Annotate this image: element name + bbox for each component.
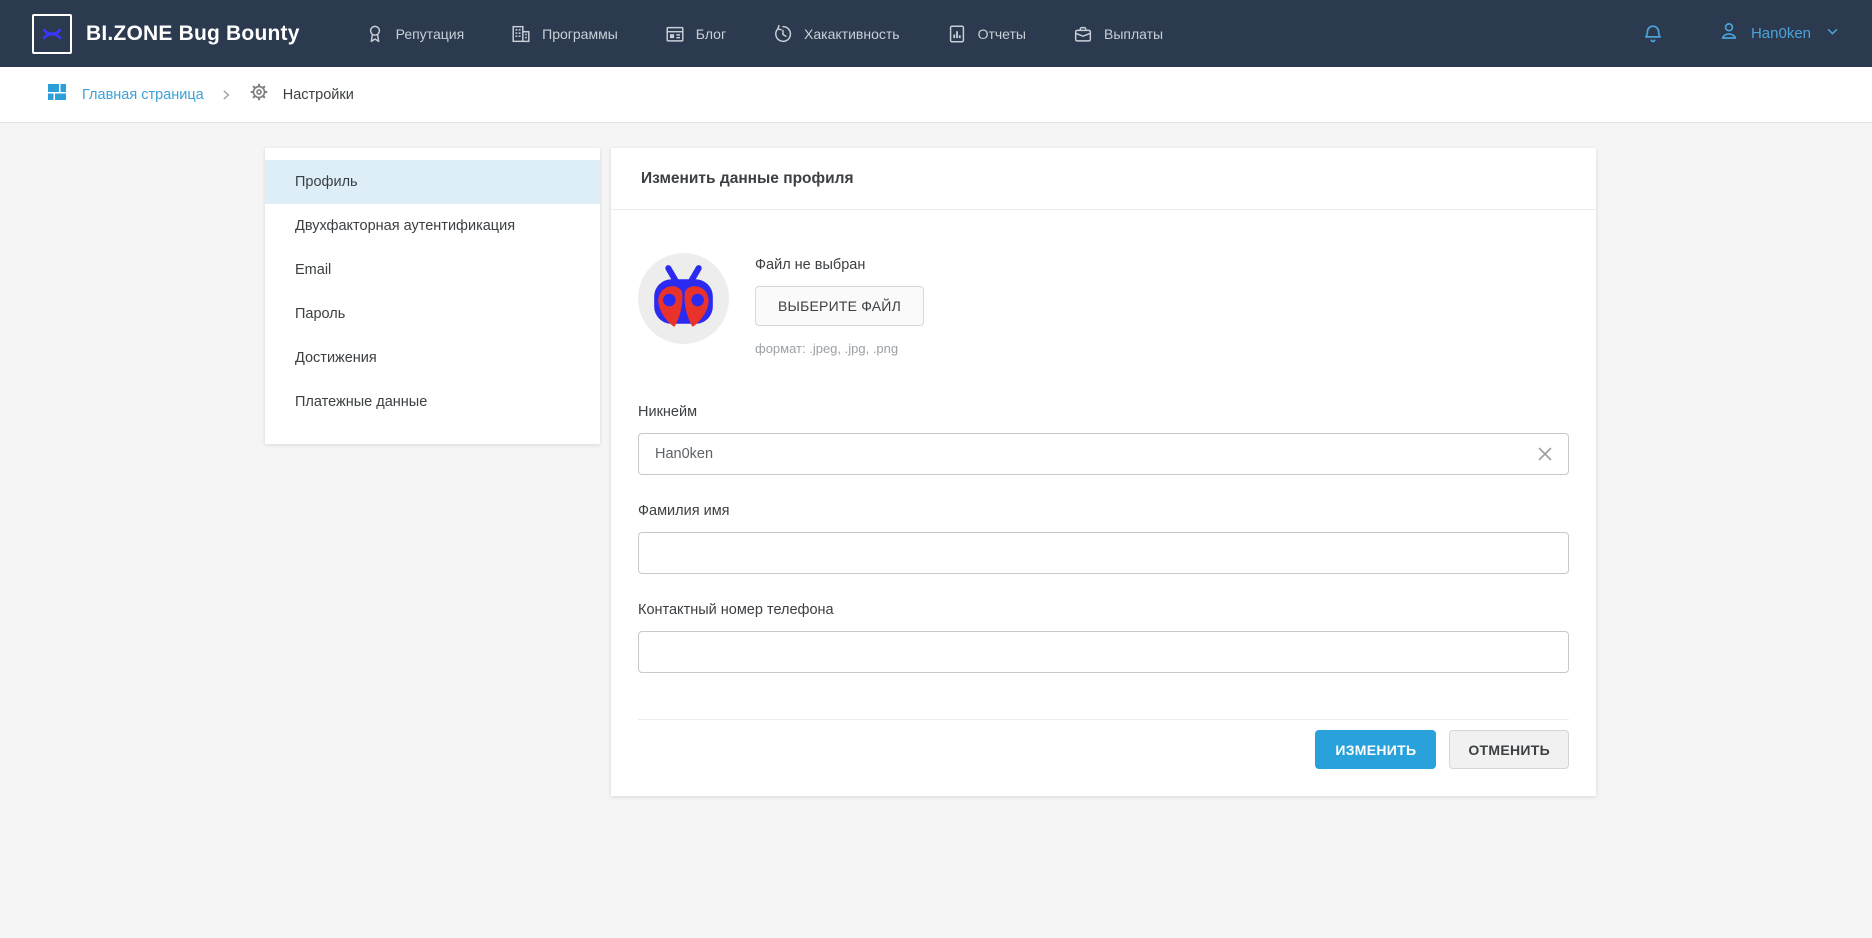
top-navigation: BI.ZONE Bug Bounty Репутация Программы bbox=[0, 0, 1872, 67]
nickname-label: Никнейм bbox=[638, 404, 1569, 420]
brand-name: BI.ZONE Bug Bounty bbox=[86, 22, 300, 46]
nav-item-label: Отчеты bbox=[978, 26, 1026, 42]
bizone-bug-logo-icon bbox=[32, 14, 72, 54]
fullname-field-group: Фамилия имя bbox=[638, 503, 1569, 574]
blog-icon bbox=[664, 23, 686, 45]
nav-item-label: Программы bbox=[542, 26, 618, 42]
nav-item-programs[interactable]: Программы bbox=[510, 23, 618, 45]
clear-nickname-icon[interactable] bbox=[1533, 442, 1557, 466]
user-icon bbox=[1717, 19, 1741, 48]
breadcrumb-home-link[interactable]: Главная страница bbox=[82, 87, 204, 103]
notifications-bell-icon[interactable] bbox=[1641, 22, 1665, 46]
nav-item-reputation[interactable]: Репутация bbox=[364, 23, 465, 45]
nav-item-blog[interactable]: Блог bbox=[664, 23, 726, 45]
sidebar-item-two-factor[interactable]: Двухфакторная аутентификация bbox=[265, 204, 600, 248]
choose-file-button[interactable]: ВЫБЕРИТЕ ФАЙЛ bbox=[755, 286, 924, 326]
avatar-upload-section: Файл не выбран ВЫБЕРИТЕ ФАЙЛ формат: .jp… bbox=[638, 253, 1569, 356]
medal-icon bbox=[364, 23, 386, 45]
dashboard-grid-icon bbox=[45, 80, 69, 109]
nav-item-hacktivity[interactable]: Хакактивность bbox=[772, 23, 900, 45]
breadcrumb: Главная страница Настройки bbox=[0, 67, 1872, 123]
nav-item-label: Репутация bbox=[396, 26, 465, 42]
nav-item-label: Выплаты bbox=[1104, 26, 1163, 42]
cancel-button[interactable]: ОТМЕНИТЬ bbox=[1449, 730, 1569, 769]
phone-input[interactable] bbox=[638, 631, 1569, 673]
avatar bbox=[638, 253, 729, 344]
nickname-field-group: Никнейм bbox=[638, 404, 1569, 475]
sidebar-item-password[interactable]: Пароль bbox=[265, 292, 600, 336]
building-icon bbox=[510, 23, 532, 45]
history-icon bbox=[772, 23, 794, 45]
phone-field-group: Контактный номер телефона bbox=[638, 602, 1569, 673]
settings-sidebar: Профиль Двухфакторная аутентификация Ema… bbox=[265, 148, 600, 444]
user-menu[interactable]: Han0ken bbox=[1717, 19, 1840, 48]
phone-label: Контактный номер телефона bbox=[638, 602, 1569, 618]
sidebar-item-payment-data[interactable]: Платежные данные bbox=[265, 380, 600, 424]
sidebar-item-email[interactable]: Email bbox=[265, 248, 600, 292]
brand-logo-link[interactable]: BI.ZONE Bug Bounty bbox=[32, 14, 300, 54]
format-hint: формат: .jpeg, .jpg, .png bbox=[755, 341, 924, 356]
nav-item-label: Хакактивность bbox=[804, 26, 900, 42]
nav-right-cluster: Han0ken bbox=[1641, 19, 1840, 48]
sidebar-item-achievements[interactable]: Достижения bbox=[265, 336, 600, 380]
profile-edit-card: Изменить данные профиля bbox=[611, 148, 1596, 796]
nav-item-payouts[interactable]: Выплаты bbox=[1072, 23, 1163, 45]
main-menu: Репутация Программы Блог bbox=[364, 23, 1164, 45]
briefcase-icon bbox=[1072, 23, 1094, 45]
chevron-right-icon bbox=[219, 88, 233, 102]
nav-item-reports[interactable]: Отчеты bbox=[946, 23, 1026, 45]
submit-button[interactable]: ИЗМЕНИТЬ bbox=[1315, 730, 1436, 769]
file-status-text: Файл не выбран bbox=[755, 257, 924, 273]
nickname-input[interactable] bbox=[638, 433, 1569, 475]
nav-item-label: Блог bbox=[696, 26, 726, 42]
gear-icon bbox=[248, 81, 270, 108]
card-title: Изменить данные профиля bbox=[611, 148, 1596, 210]
report-icon bbox=[946, 23, 968, 45]
footer-divider bbox=[638, 719, 1569, 720]
fullname-label: Фамилия имя bbox=[638, 503, 1569, 519]
fullname-input[interactable] bbox=[638, 532, 1569, 574]
chevron-down-icon bbox=[1825, 24, 1840, 44]
sidebar-item-profile[interactable]: Профиль bbox=[265, 160, 600, 204]
breadcrumb-current: Настройки bbox=[283, 87, 354, 103]
username: Han0ken bbox=[1751, 25, 1811, 42]
